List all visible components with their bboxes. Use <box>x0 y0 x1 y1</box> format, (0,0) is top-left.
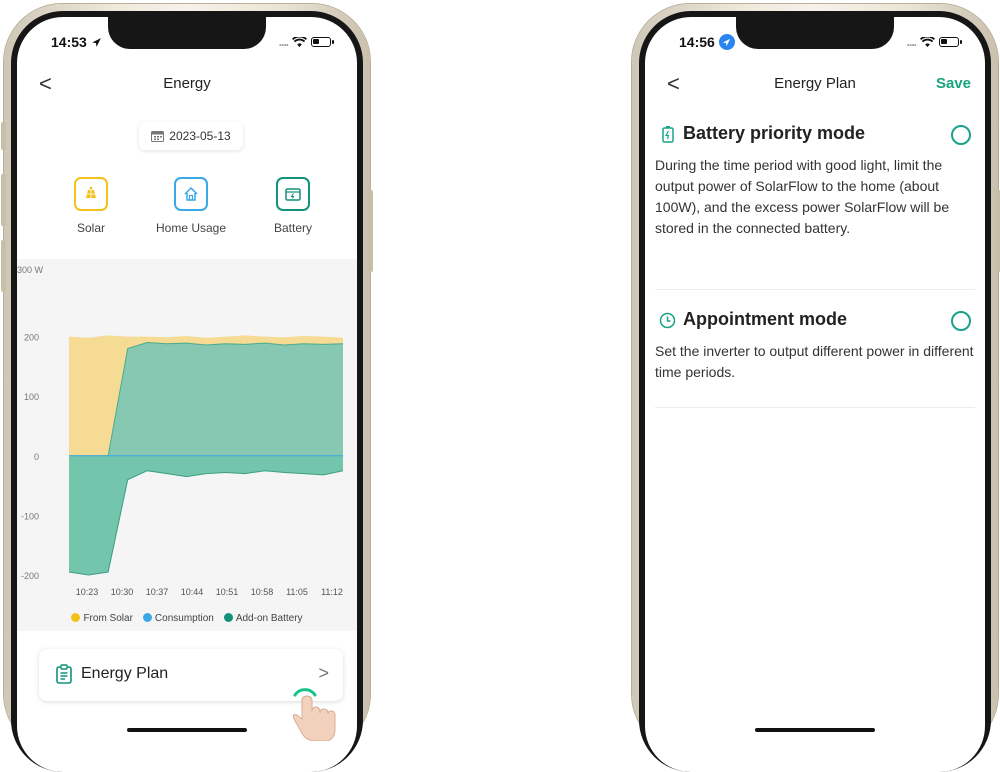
calendar-icon <box>151 131 165 142</box>
location-arrow-icon <box>91 37 101 47</box>
y-tick-label: -200 <box>21 571 39 581</box>
mode-description: Set the inverter to output different pow… <box>655 343 974 380</box>
signal-dots-icon: .... <box>278 35 289 49</box>
y-tick-label: 0 <box>34 452 39 462</box>
home-icon <box>174 177 208 211</box>
battery-icon <box>276 177 310 211</box>
tile-label: Battery <box>273 221 312 235</box>
location-badge-icon <box>718 34 735 50</box>
page-title: Energy Plan <box>774 75 856 92</box>
save-button[interactable]: Save <box>936 75 971 92</box>
page-title: Energy <box>163 75 211 92</box>
x-tick-label: 11:12 <box>321 587 343 597</box>
mode-title: Battery priority mode <box>683 123 866 143</box>
energy-chart-svg: 300 W 200 100 0 -100 -200 10:23 10:30 10:37 10:44… <box>17 265 344 597</box>
y-tick-label: 200 <box>24 333 39 343</box>
date-value: 2023-05-13 <box>169 129 231 143</box>
legend-item-battery: Add-on Battery <box>223 613 303 624</box>
tile-solar[interactable]: Solar <box>41 177 141 235</box>
divider <box>655 407 975 408</box>
x-tick-label: 10:51 <box>216 587 239 597</box>
x-tick-label: 10:23 <box>76 587 99 597</box>
left-phone: 14:53 .... < Energy 2023-05-13 Solar Hom… <box>1 4 373 772</box>
wifi-icon <box>920 36 935 47</box>
signal-dots-icon: .... <box>906 35 917 49</box>
x-tick-label: 10:30 <box>111 587 134 597</box>
wifi-icon <box>292 36 307 47</box>
tap-hand-icon <box>292 688 336 741</box>
radio-appointment[interactable] <box>951 311 971 331</box>
nav-bar: < Energy Plan Save <box>645 71 985 101</box>
right-screen: 14:56 .... < Energy Plan Save Battery pr… <box>645 17 985 772</box>
y-tick-label: 100 <box>24 392 39 402</box>
energy-plan-label: Energy Plan <box>81 665 169 682</box>
solar-panel-icon <box>74 177 108 211</box>
clock-icon <box>659 312 676 329</box>
right-phone: 14:56 .... < Energy Plan Save Battery pr… <box>632 4 1000 772</box>
status-time: 14:53 <box>51 34 87 50</box>
notch <box>108 17 266 49</box>
home-indicator <box>755 728 875 732</box>
mode-appointment[interactable]: Appointment mode Set the inverter to out… <box>655 307 975 383</box>
tile-label: Solar <box>76 221 105 235</box>
x-tick-label: 10:44 <box>181 587 204 597</box>
tile-label: Home Usage <box>155 221 227 235</box>
energy-chart: 300 W 200 100 0 -100 -200 10:23 10:30 10:37 10:44… <box>17 259 357 631</box>
battery-status-icon <box>939 37 962 47</box>
chart-legend: From Solar Consumption Add-on Battery <box>17 613 357 624</box>
divider <box>655 289 975 290</box>
legend-item-solar: From Solar <box>71 613 133 624</box>
home-indicator <box>127 728 247 732</box>
battery-status-icon <box>311 37 334 47</box>
y-unit-label: 300 W <box>17 265 44 275</box>
x-tick-label: 10:58 <box>251 587 274 597</box>
status-time: 14:56 <box>679 34 715 50</box>
y-tick-label: -100 <box>21 511 39 521</box>
legend-item-consumption: Consumption <box>142 613 214 624</box>
radio-battery-priority[interactable] <box>951 125 971 145</box>
left-screen: 14:53 .... < Energy 2023-05-13 Solar Hom… <box>17 17 357 772</box>
mode-title: Appointment mode <box>683 309 847 329</box>
tile-battery[interactable]: Battery <box>243 177 343 235</box>
notch <box>736 17 894 49</box>
x-tick-label: 11:05 <box>286 587 308 597</box>
nav-bar: < Energy <box>17 71 357 101</box>
mode-description: During the time period with good light, … <box>655 157 950 236</box>
mode-battery-priority[interactable]: Battery priority mode During the time pe… <box>655 121 975 239</box>
clipboard-icon <box>56 664 72 684</box>
x-tick-label: 10:37 <box>146 587 169 597</box>
date-picker[interactable]: 2023-05-13 <box>139 122 243 150</box>
battery-charge-icon <box>662 126 674 143</box>
tile-home-usage[interactable]: Home Usage <box>141 177 241 235</box>
